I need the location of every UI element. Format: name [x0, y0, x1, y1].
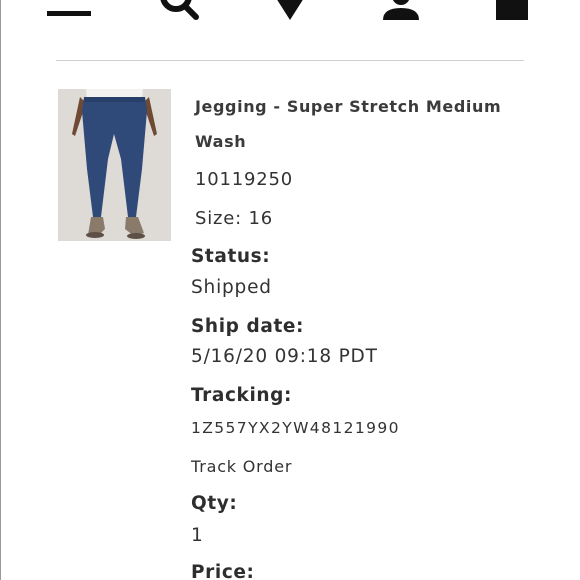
status-label: Status:: [191, 246, 271, 267]
product-image[interactable]: [58, 89, 171, 241]
bag-icon[interactable]: [496, 0, 528, 20]
qty-value: 1: [191, 525, 204, 546]
tracking-label: Tracking:: [191, 385, 293, 406]
track-order-link[interactable]: Track Order: [191, 457, 292, 476]
menu-icon[interactable]: [47, 0, 91, 18]
order-detail-page: Jegging - Super Stretch Medium Wash 1011…: [0, 0, 580, 580]
location-icon[interactable]: [276, 0, 304, 22]
page-edge-divider: [0, 0, 1, 580]
top-navigation: [0, 0, 580, 30]
product-size: Size: 16: [195, 208, 274, 229]
product-sku: 10119250: [195, 169, 294, 190]
ship-date-label: Ship date:: [191, 316, 305, 337]
qty-label: Qty:: [191, 493, 238, 514]
status-value: Shipped: [191, 277, 272, 298]
product-title-line2[interactable]: Wash: [195, 132, 246, 151]
search-icon[interactable]: [158, 0, 200, 22]
ship-date-value: 5/16/20 09:18 PDT: [191, 346, 378, 367]
product-title-line1[interactable]: Jegging - Super Stretch Medium: [195, 97, 501, 116]
header-divider: [56, 60, 524, 61]
tracking-number: 1Z557YX2YW48121990: [191, 419, 400, 437]
price-label: Price:: [191, 562, 255, 580]
account-icon[interactable]: [382, 0, 420, 20]
